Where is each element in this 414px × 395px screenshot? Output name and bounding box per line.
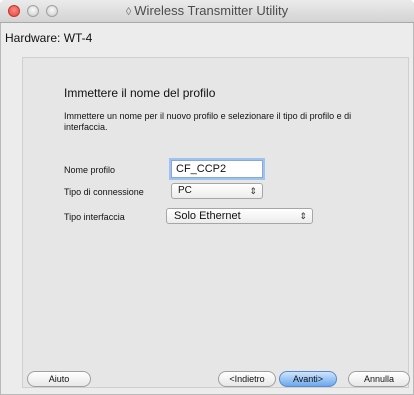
window-title-group: ◊ Wireless Transmitter Utility bbox=[0, 3, 414, 18]
cancel-button[interactable]: Annulla bbox=[348, 371, 410, 387]
title-bar[interactable]: ◊ Wireless Transmitter Utility bbox=[0, 0, 414, 23]
connection-type-value: PC bbox=[178, 185, 192, 196]
connection-type-select[interactable]: PC ⇕ bbox=[171, 183, 263, 199]
profile-name-label: Nome profilo bbox=[64, 165, 116, 175]
app-window: ◊ Wireless Transmitter Utility Hardware: … bbox=[0, 0, 414, 395]
help-button[interactable]: Aiuto bbox=[27, 371, 91, 387]
stepper-arrows-icon: ⇕ bbox=[299, 211, 307, 221]
back-button[interactable]: <Indietro bbox=[218, 371, 276, 387]
interface-type-value: Solo Ethernet bbox=[174, 210, 241, 222]
profile-name-input[interactable] bbox=[171, 160, 263, 178]
section-heading: Immettere il nome del profilo bbox=[64, 86, 216, 100]
window-title: Wireless Transmitter Utility bbox=[134, 3, 289, 18]
interface-type-label: Tipo interfaccia bbox=[64, 212, 125, 222]
interface-type-select[interactable]: Solo Ethernet ⇕ bbox=[166, 208, 313, 224]
section-description: Immettere un nome per il nuovo profilo e… bbox=[64, 111, 352, 132]
app-icon: ◊ bbox=[125, 6, 132, 18]
connection-type-label: Tipo di connessione bbox=[64, 187, 144, 197]
hardware-label: Hardware: WT-4 bbox=[5, 31, 93, 45]
next-button[interactable]: Avanti> bbox=[279, 371, 337, 387]
stepper-arrows-icon: ⇕ bbox=[249, 186, 257, 196]
